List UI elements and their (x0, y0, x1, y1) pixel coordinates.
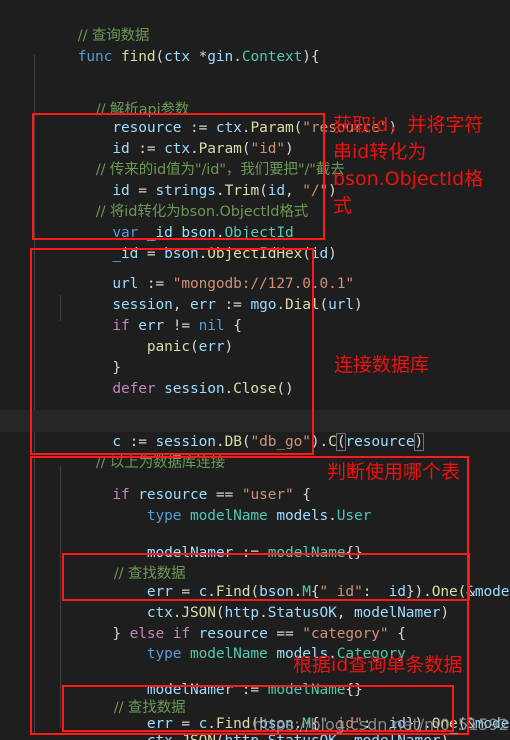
code-line: if err != nil { (112, 317, 242, 334)
code-line-current: c := session.DB("db_go").C(resource) (0, 410, 510, 451)
code-line: _id = bson.ObjectIdHex(id) (112, 245, 337, 262)
code-line: } (112, 359, 121, 376)
code-line: // 以上为数据库连接 (77, 454, 226, 471)
code-line: defer session.Close() (112, 380, 294, 397)
code-line: } else if resource == "category" { (112, 625, 406, 642)
code-line: type modelName models.User (146, 507, 372, 524)
code-line: err = c.Find(bson.M{"_id": _id}).One(&mo… (146, 583, 510, 600)
code-line: ctx.JSON(http.StatusOK, modelNamer) (146, 604, 449, 621)
code-line: session.SetMode(mgo.Monotonic, true) (0, 389, 510, 429)
annotation-text-get-id: 获取id，并将字符 串id转化为 bson.ObjectId格 式 (333, 114, 484, 217)
code-line: func find(ctx *gin.Context){ (77, 48, 320, 65)
annotation-text-connect-db: 连接数据库 (334, 354, 430, 376)
code-line: // 查询数据 (0, 4, 510, 44)
annotation-text-find-by-id: 根据id查询单条数据 (293, 654, 463, 676)
blog-watermark: https://blog.csdn.net/m0_51592186 (253, 715, 510, 734)
code-line: modelNamer := modelName{} (146, 544, 363, 561)
code-line: session, err := mgo.Dial(url) (112, 296, 363, 313)
code-line: url := "mongodb://127.0.0.1" (112, 275, 354, 292)
code-line: type modelName models.Category (146, 645, 406, 662)
code-lines: // 查询数据 func find(ctx *gin.Context){ // … (0, 0, 510, 740)
code-line: panic(err) (146, 338, 234, 355)
annotation-text-which-table: 判断使用哪个表 (327, 461, 461, 483)
code-screenshot: // 查询数据 func find(ctx *gin.Context){ // … (0, 0, 510, 740)
